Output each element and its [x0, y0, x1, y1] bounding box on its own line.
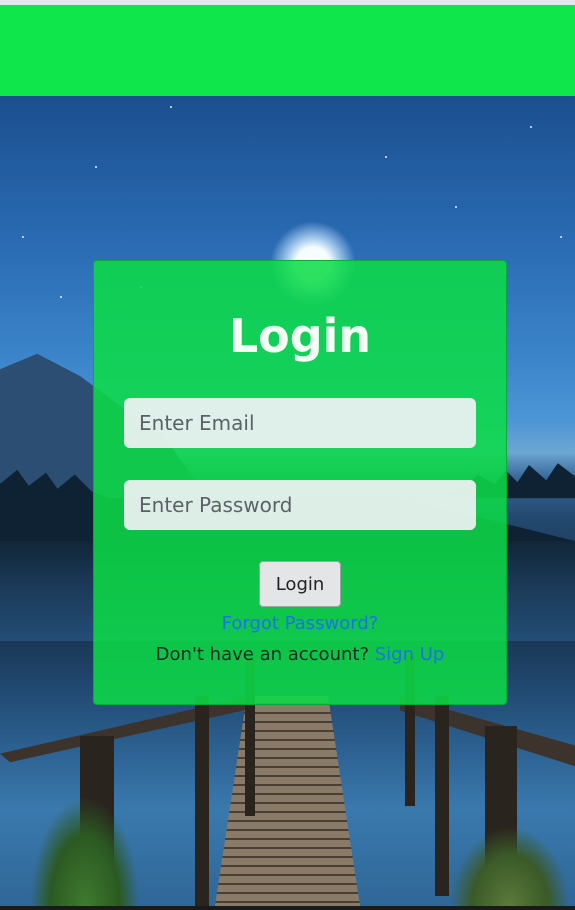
- login-button[interactable]: Login: [259, 561, 341, 607]
- login-title: Login: [228, 309, 372, 363]
- star: [60, 296, 62, 298]
- star: [530, 126, 532, 128]
- dock-post: [435, 696, 449, 896]
- star: [22, 236, 24, 238]
- star: [455, 206, 457, 208]
- signup-line: Don't have an account? Sign Up: [94, 644, 506, 665]
- signup-link[interactable]: Sign Up: [375, 644, 445, 665]
- star: [170, 106, 172, 108]
- dock-post: [195, 696, 209, 906]
- star: [95, 166, 97, 168]
- password-input[interactable]: [124, 480, 476, 530]
- forgot-password-link[interactable]: Forgot Password?: [94, 613, 506, 634]
- login-card: Login Login Forgot Password? Don't have …: [93, 260, 507, 705]
- grass-right: [450, 826, 570, 906]
- star: [560, 236, 562, 238]
- dock-walkway: [215, 696, 360, 906]
- email-input[interactable]: [124, 398, 476, 448]
- grass-left: [30, 796, 140, 906]
- star: [385, 156, 387, 158]
- signup-prompt: Don't have an account?: [155, 644, 369, 665]
- dock-rail-left: [0, 696, 250, 763]
- bottom-rule: [0, 906, 575, 910]
- header-bar: [0, 5, 575, 96]
